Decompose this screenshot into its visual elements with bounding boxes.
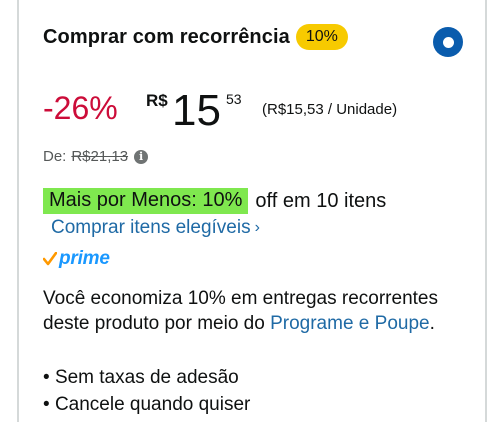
list-item: Cancele quando quiser bbox=[43, 391, 250, 418]
list-price-value: R$21,13 bbox=[71, 148, 129, 165]
discount-percentage: -26% bbox=[43, 90, 118, 126]
discount-badge: 10% bbox=[295, 24, 348, 50]
list-price-label: De: bbox=[43, 148, 67, 165]
radio-selected-dot bbox=[442, 36, 454, 48]
prime-logo: prime bbox=[43, 248, 110, 270]
prime-check-icon bbox=[43, 252, 57, 266]
description-period: . bbox=[429, 313, 435, 334]
promotion-highlight: Mais por Menos: 10% bbox=[43, 188, 249, 214]
price-currency: R$ bbox=[146, 91, 168, 110]
subscribe-save-link[interactable]: Programe e Poupe bbox=[270, 313, 430, 334]
price-whole: 15 bbox=[172, 86, 221, 135]
prime-label: prime bbox=[59, 248, 110, 269]
promotion-row: Mais por Menos: 10% off em 10 itens bbox=[43, 188, 386, 214]
benefits-list: Sem taxas de adesão Cancele quando quise… bbox=[43, 364, 250, 418]
list-price-row: De: R$21,13 i bbox=[43, 148, 149, 165]
subscribe-save-card: Comprar com recorrência 10% -26% R$ 15 5… bbox=[17, 0, 487, 422]
option-radio-button[interactable] bbox=[433, 27, 463, 57]
chevron-right-icon: › bbox=[254, 219, 260, 236]
promotion-text: off em 10 itens bbox=[255, 189, 387, 212]
option-header: Comprar com recorrência 10% bbox=[43, 22, 348, 52]
savings-description: Você economiza 10% em entregas recorrent… bbox=[43, 286, 443, 336]
eligible-items-link[interactable]: Comprar itens elegíveis › bbox=[51, 217, 260, 239]
unit-price: (R$15,53 / Unidade) bbox=[262, 101, 398, 118]
info-icon[interactable]: i bbox=[134, 149, 149, 164]
eligible-items-link-label: Comprar itens elegíveis bbox=[51, 217, 251, 238]
option-title: Comprar com recorrência bbox=[43, 25, 290, 48]
price-cents: 53 bbox=[226, 91, 242, 107]
list-item: Sem taxas de adesão bbox=[43, 364, 250, 391]
